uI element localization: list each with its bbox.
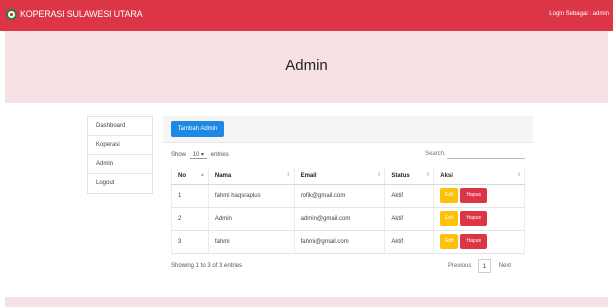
- sort-asc-icon: ▲: [199, 172, 205, 178]
- sidebar-item-admin[interactable]: Admin: [88, 155, 152, 174]
- column-header-email[interactable]: Email ⇕: [294, 168, 386, 185]
- table-row: 1 fahmi haqsraplus rofik@gmail.com Aktif…: [171, 184, 525, 208]
- edit-button[interactable]: Edit: [440, 188, 459, 203]
- page-title: Admin: [285, 57, 328, 74]
- card-header: Tambah Admin: [163, 116, 533, 143]
- entries-length-control: Show 10 ▾ entries: [171, 151, 229, 159]
- cell-aksi: Edit Hapus: [433, 207, 525, 231]
- logo-icon: [6, 9, 17, 20]
- entries-suffix: entries: [210, 152, 229, 158]
- delete-button[interactable]: Hapus: [460, 188, 488, 203]
- pagination: Previous 1 Next: [448, 259, 511, 273]
- delete-button[interactable]: Hapus: [460, 234, 488, 249]
- sidebar-menu: Dashboard Koperasi Admin Logout: [87, 116, 153, 194]
- sort-icon: ⇕: [426, 172, 431, 178]
- login-status: Login Sebagai : admin: [549, 11, 609, 17]
- admin-table: No ▲ Nama ⇕ Email ⇕ Status ⇕ Aksi ⇕ 1 fahmi h…: [171, 168, 525, 254]
- sort-icon: ⇕: [377, 172, 382, 178]
- table-info: Showing 1 to 3 of 3 entries: [171, 263, 243, 269]
- edit-button[interactable]: Edit: [440, 234, 459, 249]
- entries-select-value: 10: [192, 152, 200, 158]
- pagination-previous[interactable]: Previous: [448, 259, 471, 273]
- edit-button[interactable]: Edit: [440, 211, 459, 226]
- cell-nama: fahmi haqsraplus: [208, 184, 295, 208]
- column-header-aksi[interactable]: Aksi ⇕: [433, 168, 525, 185]
- app-brand[interactable]: KOPERASI SULAWESI UTARA: [20, 9, 143, 19]
- delete-button[interactable]: Hapus: [460, 211, 488, 226]
- entries-select[interactable]: 10 ▾: [189, 151, 208, 159]
- table-header-row: No ▲ Nama ⇕ Email ⇕ Status ⇕ Aksi ⇕: [171, 168, 525, 185]
- cell-no: 1: [171, 184, 209, 208]
- search-input[interactable]: [447, 150, 525, 159]
- sort-icon: ⇕: [286, 172, 291, 178]
- add-admin-button[interactable]: Tambah Admin: [171, 121, 224, 137]
- pagination-next[interactable]: Next: [499, 259, 511, 273]
- cell-aksi: Edit Hapus: [433, 230, 525, 254]
- page-footer: [5, 297, 608, 307]
- sidebar-item-logout[interactable]: Logout: [88, 174, 152, 193]
- top-navbar: KOPERASI SULAWESI UTARA Login Sebagai : …: [0, 0, 613, 31]
- cell-email: fahmi@gmail.com: [294, 230, 386, 254]
- cell-status: Aktif: [384, 207, 435, 231]
- column-header-no[interactable]: No ▲: [171, 168, 209, 185]
- cell-email: rofik@gmail.com: [294, 184, 386, 208]
- table-row: 2 Admin admin@gmail.com Aktif Edit Hapus: [171, 207, 525, 231]
- sidebar-item-dashboard[interactable]: Dashboard: [88, 117, 152, 136]
- chevron-down-icon: ▾: [201, 152, 205, 158]
- cell-nama: Admin: [208, 207, 295, 231]
- column-header-status[interactable]: Status ⇕: [384, 168, 435, 185]
- cell-email: admin@gmail.com: [294, 207, 386, 231]
- cell-status: Aktif: [384, 184, 435, 208]
- entries-prefix: Show: [171, 152, 187, 158]
- cell-no: 2: [171, 207, 209, 231]
- admin-card: Tambah Admin Show 10 ▾ entries Search: N…: [163, 116, 533, 280]
- sort-icon: ⇕: [516, 172, 521, 178]
- search-label: Search:: [425, 151, 446, 157]
- cell-nama: fahmi: [208, 230, 295, 254]
- cell-status: Aktif: [384, 230, 435, 254]
- column-header-nama[interactable]: Nama ⇕: [208, 168, 295, 185]
- cell-no: 3: [171, 230, 209, 254]
- sidebar-item-koperasi[interactable]: Koperasi: [88, 136, 152, 155]
- cell-aksi: Edit Hapus: [433, 184, 525, 208]
- pagination-page-1[interactable]: 1: [478, 259, 492, 273]
- page-banner: Admin: [5, 31, 608, 103]
- table-row: 3 fahmi fahmi@gmail.com Aktif Edit Hapus: [171, 230, 525, 254]
